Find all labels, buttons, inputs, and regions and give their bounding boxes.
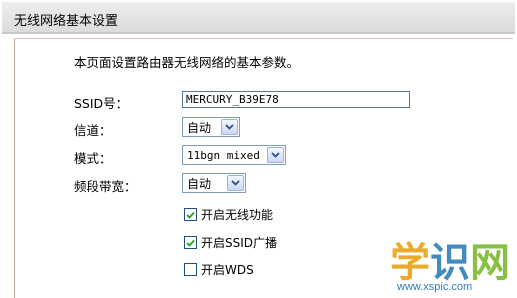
- chevron-down-icon[interactable]: [221, 119, 238, 135]
- intro-text: 本页面设置路由器无线网络的基本参数。: [74, 55, 300, 70]
- enable-ssid-broadcast-label: 开启SSID广播: [201, 236, 278, 250]
- checkmark-icon: [186, 239, 195, 247]
- svg-text:识: 识: [430, 240, 470, 284]
- bandwidth-select-value: 自动: [187, 176, 212, 191]
- ssid-input[interactable]: [182, 91, 410, 108]
- bandwidth-label: 频段带宽：: [74, 179, 137, 194]
- enable-wireless-label: 开启无线功能: [201, 208, 274, 222]
- channel-select[interactable]: 自动: [182, 117, 240, 137]
- page-title: 无线网络基本设置: [14, 14, 119, 29]
- enable-ssid-broadcast-checkbox[interactable]: [184, 236, 197, 249]
- enable-wireless-checkbox[interactable]: [184, 208, 197, 221]
- mode-select-value: 11bgn mixed: [187, 148, 260, 162]
- mode-label: 模式：: [74, 151, 112, 166]
- enable-wireless-option[interactable]: 开启无线功能: [184, 206, 273, 223]
- chevron-down-icon[interactable]: [227, 175, 244, 191]
- channel-label: 信道：: [74, 123, 112, 138]
- chevron-down-icon[interactable]: [267, 147, 284, 163]
- bandwidth-select[interactable]: 自动: [182, 173, 246, 193]
- enable-wds-label: 开启WDS: [201, 263, 254, 277]
- page-header: 无线网络基本设置: [2, 2, 515, 34]
- checkmark-icon: [186, 211, 195, 219]
- mode-select[interactable]: 11bgn mixed: [182, 145, 286, 165]
- channel-select-value: 自动: [187, 120, 212, 135]
- enable-wds-option[interactable]: 开启WDS: [184, 261, 254, 278]
- svg-text:学: 学: [390, 240, 430, 284]
- watermark-url: www.xspic.com: [397, 281, 473, 293]
- ssid-label: SSID号：: [74, 96, 129, 111]
- enable-wds-checkbox[interactable]: [184, 263, 197, 276]
- svg-text:网: 网: [470, 240, 510, 284]
- enable-ssid-broadcast-option[interactable]: 开启SSID广播: [184, 234, 277, 251]
